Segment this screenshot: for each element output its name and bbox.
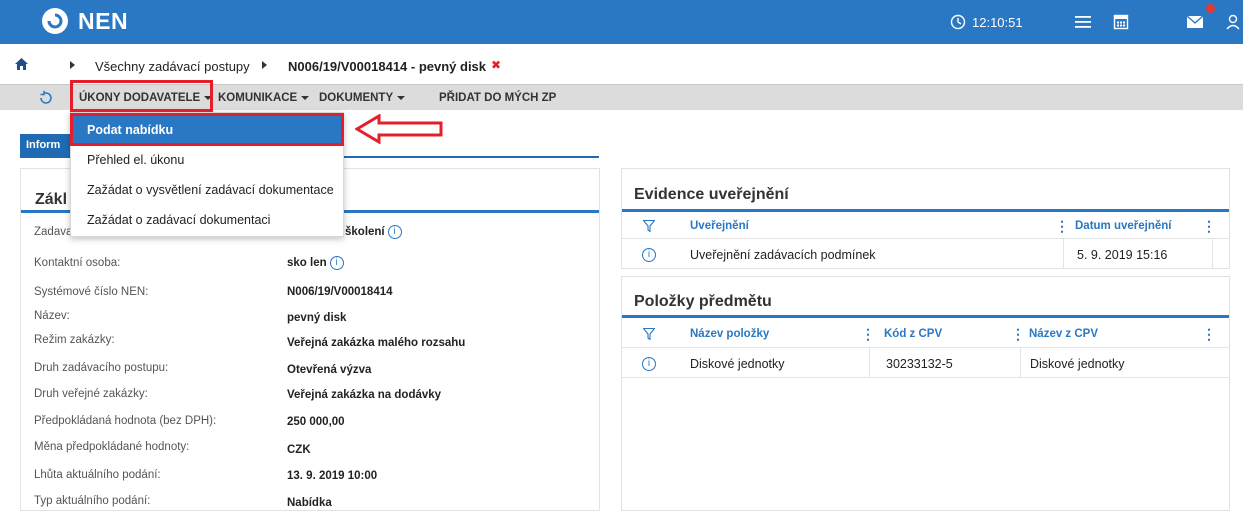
mail-icon (1186, 15, 1204, 28)
field-label: Druh zadávacího postupu: (34, 362, 169, 374)
info-icon[interactable]: i (329, 256, 344, 270)
home-icon[interactable] (15, 58, 28, 70)
field-value: 13. 9. 2019 10:00 (287, 470, 378, 482)
add-to-my-procedures-label: PŘIDAT DO MÝCH ZP (439, 92, 557, 104)
row-divider (622, 238, 1229, 239)
column-menu-icon[interactable]: ⋮ (861, 326, 875, 343)
column-header-cpv-name[interactable]: Název z CPV (1029, 328, 1098, 340)
field-label: Zadava (34, 226, 73, 238)
field-label: Předpokládaná hodnota (bez DPH): (34, 415, 217, 427)
evidence-panel: Evidence uveřejnění Uveřejnění ⋮ Datum u… (621, 168, 1230, 269)
field-value: N006/19/V00018414 (287, 286, 393, 298)
panel-title-underline (622, 209, 1229, 212)
nen-logo-icon (42, 8, 68, 34)
calculator-icon (1113, 14, 1129, 30)
close-icon[interactable]: ✖ (491, 58, 501, 72)
field-label: Režim zakázky: (34, 334, 115, 346)
field-value: pevný disk (287, 312, 347, 324)
clock-icon (950, 14, 966, 30)
publication-name: Uveřejnění zadávacích podmínek (690, 248, 876, 262)
menu-item-action-overview[interactable]: Přehled el. úkonu (71, 145, 343, 175)
documents-label: DOKUMENTY (319, 92, 394, 104)
breadcrumb-current-procedure: N006/19/V00018414 - pevný disk (288, 59, 487, 74)
highlight-box-supplier-actions (70, 80, 213, 112)
basic-info-title: Zákl (35, 191, 68, 208)
column-divider (1212, 239, 1213, 268)
info-icon[interactable]: i (387, 225, 402, 239)
documents-menu[interactable]: DOKUMENTY (319, 85, 406, 111)
info-icon[interactable]: i (642, 248, 656, 262)
user-button[interactable] (1226, 10, 1240, 34)
field-label: Měna předpokládané hodnoty: (34, 441, 190, 453)
item-cpv-code: 30233132-5 (886, 357, 953, 371)
field-value: 250 000,00 (287, 416, 345, 428)
communication-menu[interactable]: KOMUNIKACE (218, 85, 310, 111)
field-value: sko len i (287, 256, 344, 270)
chevron-down-icon (301, 96, 310, 100)
refresh-icon[interactable] (38, 90, 54, 106)
column-menu-icon[interactable]: ⋮ (1202, 218, 1216, 235)
session-clock: 12:10:51 (950, 10, 1023, 34)
column-menu-icon[interactable]: ⋮ (1055, 218, 1069, 235)
field-value: Otevřená výzva (287, 364, 372, 376)
field-label: Druh veřejné zakázky: (34, 388, 148, 400)
breadcrumb-all-procedures[interactable]: Všechny zadávací postupy (95, 59, 250, 74)
brand-name: NEN (78, 8, 129, 34)
annotation-arrow-icon (355, 114, 443, 144)
filter-icon[interactable] (643, 328, 655, 340)
top-bar: NEN 12:10:51 (0, 0, 1243, 44)
menu-item-request-clarification[interactable]: Zažádat o vysvětlení zadávací dokumentac… (71, 175, 343, 205)
items-panel: Položky předmětu Název položky ⋮ Kód z C… (621, 276, 1230, 511)
field-label: Typ aktuálního podání: (34, 495, 151, 507)
field-value: školení i (345, 225, 402, 239)
notification-dot (1206, 4, 1215, 13)
field-label: Systémové číslo NEN: (34, 286, 149, 298)
publication-date: 5. 9. 2019 15:16 (1077, 248, 1168, 262)
menu-icon (1075, 16, 1091, 28)
user-icon (1226, 14, 1240, 30)
communication-label: KOMUNIKACE (218, 92, 298, 104)
clock-time: 12:10:51 (972, 14, 1023, 30)
menu-item-request-documentation[interactable]: Zažádat o zadávací dokumentaci (71, 205, 343, 235)
column-header-item-name[interactable]: Název položky (690, 328, 769, 340)
item-name: Diskové jednotky (690, 357, 785, 371)
tab-information[interactable]: Inform (20, 134, 72, 156)
breadcrumb: Všechny zadávací postupy N006/19/V000184… (0, 44, 1243, 84)
field-value: Veřejná zakázka na dodávky (287, 389, 442, 401)
menu-button[interactable] (1074, 10, 1092, 34)
mail-button[interactable] (1186, 10, 1204, 34)
tab-information-label: Inform (26, 139, 61, 151)
chevron-down-icon (397, 96, 406, 100)
row-divider (622, 347, 1229, 348)
column-divider (869, 348, 870, 377)
items-title: Položky předmětu (634, 293, 772, 310)
column-header-publication-date[interactable]: Datum uveřejnění (1075, 220, 1172, 232)
column-header-publication[interactable]: Uveřejnění (690, 220, 749, 232)
breadcrumb-separator-icon (262, 61, 267, 69)
field-label: Lhůta aktuálního podání: (34, 469, 161, 481)
column-menu-icon[interactable]: ⋮ (1202, 326, 1216, 343)
evidence-title: Evidence uveřejnění (634, 186, 789, 203)
field-label: Kontaktní osoba: (34, 257, 121, 269)
panel-title-underline (622, 315, 1229, 318)
calculator-button[interactable] (1113, 10, 1129, 34)
highlight-box-submit-offer (70, 113, 344, 146)
column-menu-icon[interactable]: ⋮ (1011, 326, 1025, 343)
info-icon[interactable]: i (642, 357, 656, 371)
column-header-cpv-code[interactable]: Kód z CPV (884, 328, 942, 340)
row-divider (622, 377, 1229, 378)
field-value: Veřejná zakázka malého rozsahu (287, 337, 466, 349)
column-divider (1020, 348, 1021, 377)
field-value: Nabídka (287, 497, 332, 509)
item-cpv-name: Diskové jednotky (1030, 357, 1125, 371)
add-to-my-procedures-button[interactable]: PŘIDAT DO MÝCH ZP (439, 85, 556, 111)
column-divider (1063, 239, 1064, 268)
field-value: CZK (287, 444, 311, 456)
breadcrumb-separator-icon (70, 61, 75, 69)
filter-icon[interactable] (643, 220, 655, 232)
field-label: Název: (34, 310, 70, 322)
